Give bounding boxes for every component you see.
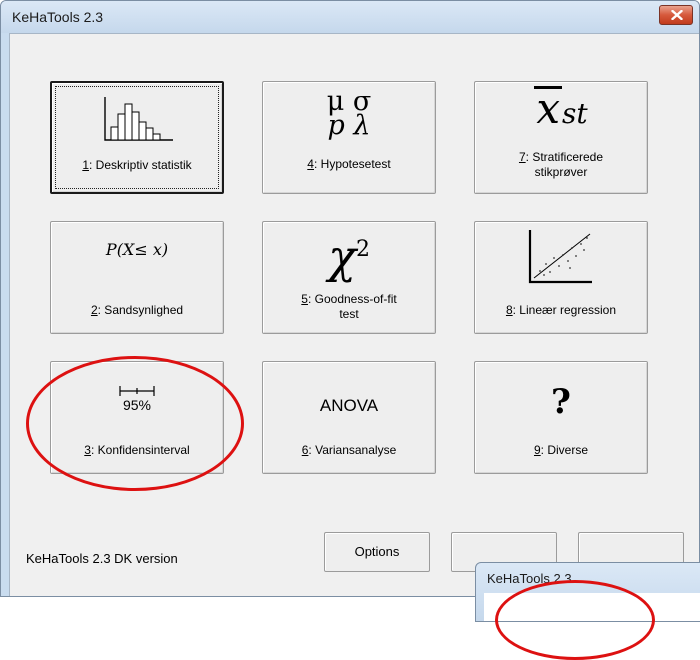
descriptive-statistics-button[interactable]: 1: Deskriptiv statistik [50, 81, 224, 194]
chi-square-icon: χ2 [328, 229, 370, 284]
second-dialog-client [484, 593, 700, 621]
xbar-st-icon: xst [534, 84, 588, 133]
button-label: 7: Stratificerede stikprøver [518, 150, 604, 179]
button-label: 2: Sandsynlighed [90, 303, 184, 317]
second-dialog-window[interactable]: KeHaTools 2.3 [475, 562, 700, 622]
title-bar[interactable]: KeHaTools 2.3 [1, 1, 699, 33]
button-label: 1: Deskriptiv statistik [82, 158, 192, 172]
dialog-client-area: 1: Deskriptiv statistik μ σ p λ 4: Hypot… [9, 33, 699, 596]
button-label: 8: Lineær regression [505, 303, 617, 317]
button-label: 5: Goodness-of-fit test [301, 292, 397, 321]
confidence-interval-button[interactable]: 95% 3: Konfidensinterval [50, 361, 224, 474]
miscellaneous-button[interactable]: ? 9: Diverse [474, 361, 648, 474]
button-label: 4: Hypotesetest [307, 157, 391, 171]
stratified-samples-button[interactable]: xst 7: Stratificerede stikprøver [474, 81, 648, 194]
close-button[interactable] [659, 5, 693, 25]
main-dialog: KeHaTools 2.3 1: Deskriptiv statistik μ … [0, 0, 700, 597]
probability-button[interactable]: P(X≤ x) 2: Sandsynlighed [50, 221, 224, 334]
question-mark-icon: ? [551, 382, 571, 422]
histogram-icon [52, 95, 222, 148]
button-label: 6: Variansanalyse [301, 443, 397, 457]
button-label: 3: Konfidensinterval [84, 443, 190, 457]
second-window-title: KeHaTools 2.3 [487, 571, 572, 586]
variance-analysis-button[interactable]: ANOVA 6: Variansanalyse [262, 361, 436, 474]
interval-icon: 95% [51, 384, 223, 412]
button-label: 9: Diverse [533, 443, 589, 457]
linear-regression-button[interactable]: 8: Lineær regression [474, 221, 648, 334]
options-button[interactable]: Options [324, 532, 430, 572]
greek-symbols-icon: μ σ p λ [326, 86, 372, 141]
anova-icon: ANOVA [319, 396, 379, 415]
close-x-icon [671, 10, 683, 20]
version-label: KeHaTools 2.3 DK version [26, 551, 178, 566]
goodness-of-fit-button[interactable]: χ2 5: Goodness-of-fit test [262, 221, 436, 334]
scatter-regression-icon [475, 228, 647, 291]
hypothesis-test-button[interactable]: μ σ p λ 4: Hypotesetest [262, 81, 436, 194]
probability-formula-icon: P(X≤ x) [105, 240, 169, 259]
window-title: KeHaTools 2.3 [12, 9, 104, 25]
